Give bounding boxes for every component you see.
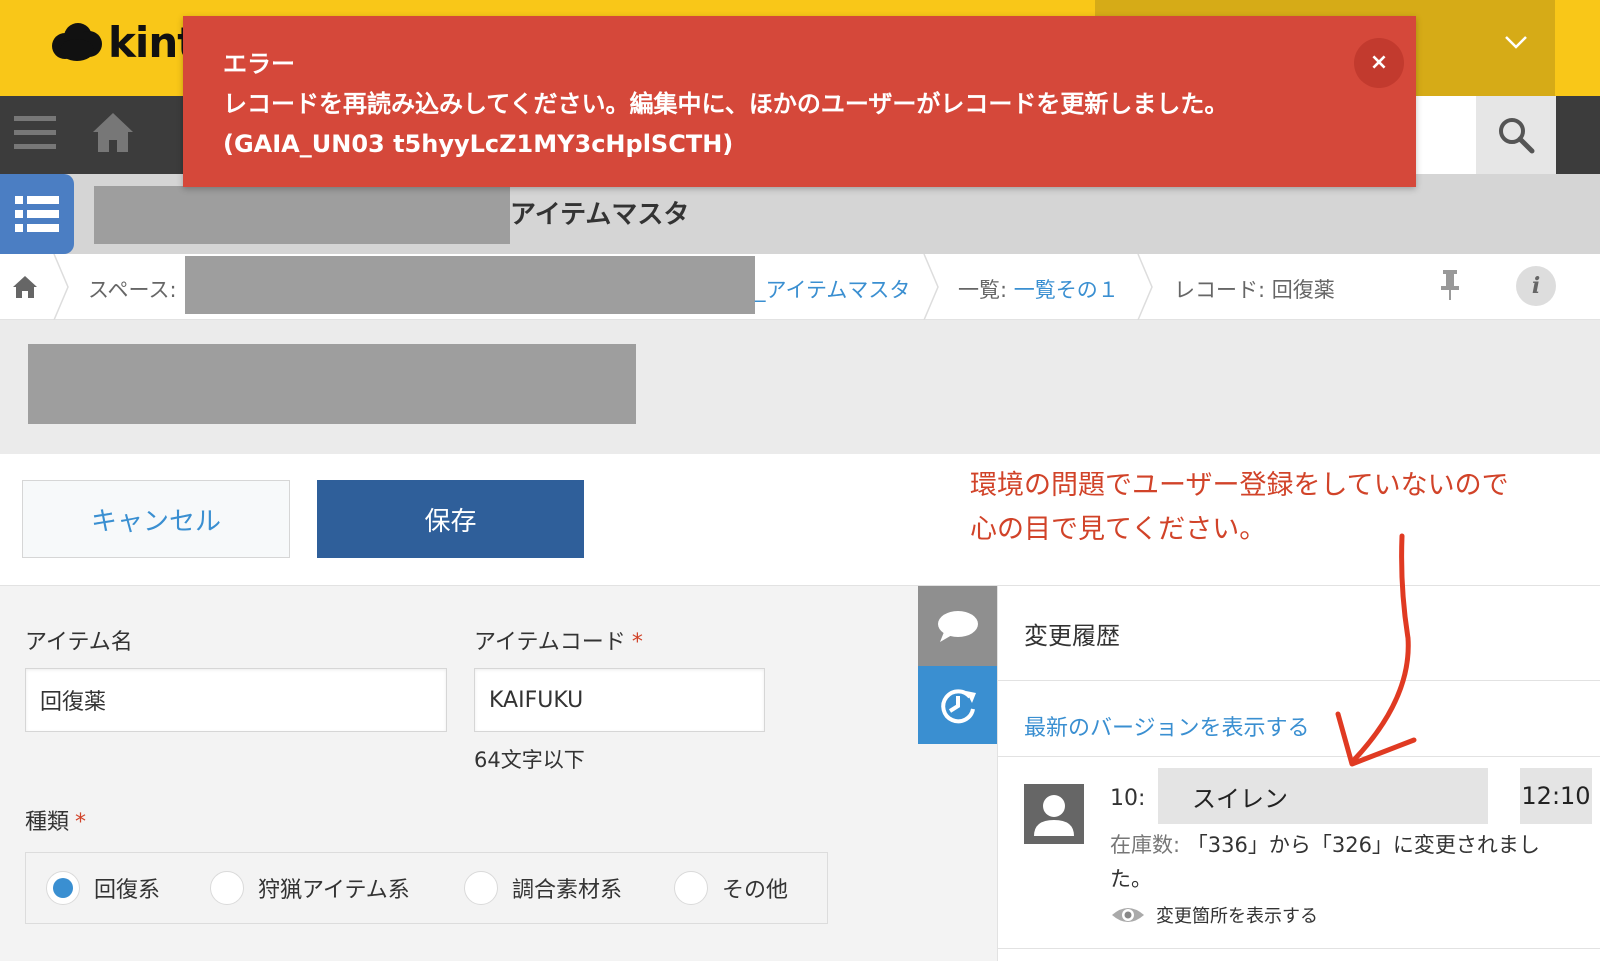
radio-option-material[interactable]: 調合素材系 xyxy=(464,871,622,905)
menu-icon[interactable] xyxy=(14,112,56,154)
breadcrumb-app-link[interactable]: _アイテムマスタ xyxy=(755,274,910,304)
save-button[interactable]: 保存 xyxy=(317,480,584,558)
item-code-label-text: アイテムコード xyxy=(474,630,626,655)
category-radio-group: 回復系 狩猟アイテム系 調合素材系 その他 xyxy=(25,852,828,924)
annotation-line-1: 環境の問題でユーザー登録をしていないので xyxy=(970,470,1509,501)
home-icon[interactable] xyxy=(90,110,136,156)
tab-history[interactable] xyxy=(918,666,997,744)
record-form: アイテム名 回復薬 アイテムコード * KAIFUKU 64文字以下 種類 * 回復… xyxy=(0,586,918,961)
breadcrumb-record-label: レコード: 回復薬 xyxy=(1174,278,1335,302)
radio-option-other[interactable]: その他 xyxy=(674,871,788,905)
app-title: アイテムマスタ xyxy=(510,200,690,230)
info-icon[interactable]: i xyxy=(1516,266,1556,306)
tab-comments[interactable] xyxy=(918,586,997,666)
close-icon[interactable]: × xyxy=(1354,38,1404,88)
radio-button[interactable] xyxy=(46,871,80,905)
breadcrumb-separator xyxy=(53,254,69,320)
show-diff-link[interactable]: 変更箇所を表示する xyxy=(1110,902,1318,928)
search-button[interactable] xyxy=(1476,96,1556,174)
pin-icon[interactable] xyxy=(1438,268,1462,302)
history-icon xyxy=(940,689,976,724)
radio-label: 調合素材系 xyxy=(512,878,623,903)
record-header xyxy=(0,320,1600,454)
comment-icon xyxy=(937,611,978,642)
radio-label: 回復系 xyxy=(94,878,161,903)
changed-field: 在庫数: xyxy=(1110,833,1181,857)
latest-version-link[interactable]: 最新のバージョンを表示する xyxy=(1024,710,1310,742)
breadcrumb-separator xyxy=(1137,254,1153,320)
history-change-text: 在庫数: 「336」から「326」に変更されました。 xyxy=(1110,828,1580,896)
kintone-logo[interactable]: kint xyxy=(52,18,197,67)
item-name-field[interactable]: 回復薬 xyxy=(25,668,447,732)
cancel-button[interactable]: キャンセル xyxy=(22,480,290,558)
required-mark: * xyxy=(75,810,87,835)
radio-option-recovery[interactable]: 回復系 xyxy=(46,871,160,905)
error-message: レコードを再読み込みしてください。編集中に、ほかのユーザーがレコードを更新しまし… xyxy=(223,90,1229,118)
breadcrumb-home-icon[interactable] xyxy=(12,274,38,300)
radio-button[interactable] xyxy=(674,871,708,905)
error-title: エラー xyxy=(223,50,295,78)
error-toast: エラー レコードを再読み込みしてください。編集中に、ほかのユーザーがレコードを更… xyxy=(183,16,1416,187)
cloud-icon xyxy=(52,22,102,63)
side-tabs xyxy=(918,586,997,961)
redacted-block xyxy=(94,186,510,244)
radio-option-hunting[interactable]: 狩猟アイテム系 xyxy=(210,871,410,905)
history-user-name: スイレン xyxy=(1158,768,1488,824)
show-diff-label: 変更箇所を表示する xyxy=(1156,906,1318,927)
required-mark: * xyxy=(631,630,643,655)
error-code: (GAIA_UN03 t5hyyLcZ1MY3cHplSCTH) xyxy=(223,130,734,158)
annotation-arrow xyxy=(1335,533,1417,767)
history-panel: 変更履歴 最新のバージョンを表示する 10: スイレン 12:10 在庫数: 「… xyxy=(997,586,1600,961)
redacted-block xyxy=(185,256,755,314)
redacted-block xyxy=(28,344,636,424)
item-code-field[interactable]: KAIFUKU xyxy=(474,668,765,732)
radio-label: 狩猟アイテム系 xyxy=(258,878,410,903)
radio-button[interactable] xyxy=(464,871,498,905)
category-label-text: 種類 xyxy=(25,810,70,835)
item-code-label: アイテムコード * xyxy=(474,624,643,656)
breadcrumb-space-label: スペース: xyxy=(88,278,177,302)
breadcrumb-list-prefix: 一覧: xyxy=(958,278,1014,302)
divider xyxy=(998,948,1600,949)
search-icon xyxy=(1499,118,1535,154)
radio-button[interactable] xyxy=(210,871,244,905)
radio-label: その他 xyxy=(722,878,789,903)
divider xyxy=(998,756,1600,757)
breadcrumb: スペース: _アイテムマスタ 一覧: 一覧その１ レコード: 回復薬 i xyxy=(0,254,1600,320)
version-number: 10: xyxy=(1110,786,1146,811)
list-icon xyxy=(15,196,59,232)
breadcrumb-list-link[interactable]: 一覧その１ xyxy=(1014,278,1119,302)
chevron-down-icon[interactable] xyxy=(1498,24,1534,60)
breadcrumb-list-label: 一覧: 一覧その１ xyxy=(958,274,1119,304)
category-label: 種類 * xyxy=(25,804,86,836)
eye-icon xyxy=(1112,908,1144,922)
history-time: 12:10 xyxy=(1520,768,1592,824)
divider xyxy=(998,680,1600,681)
user-icon xyxy=(1034,795,1074,836)
app-list-icon[interactable] xyxy=(0,174,74,254)
avatar xyxy=(1024,784,1084,844)
breadcrumb-separator xyxy=(923,254,939,320)
history-title: 変更履歴 xyxy=(1024,622,1120,650)
item-name-label: アイテム名 xyxy=(25,630,133,655)
item-code-hint: 64文字以下 xyxy=(474,748,585,772)
